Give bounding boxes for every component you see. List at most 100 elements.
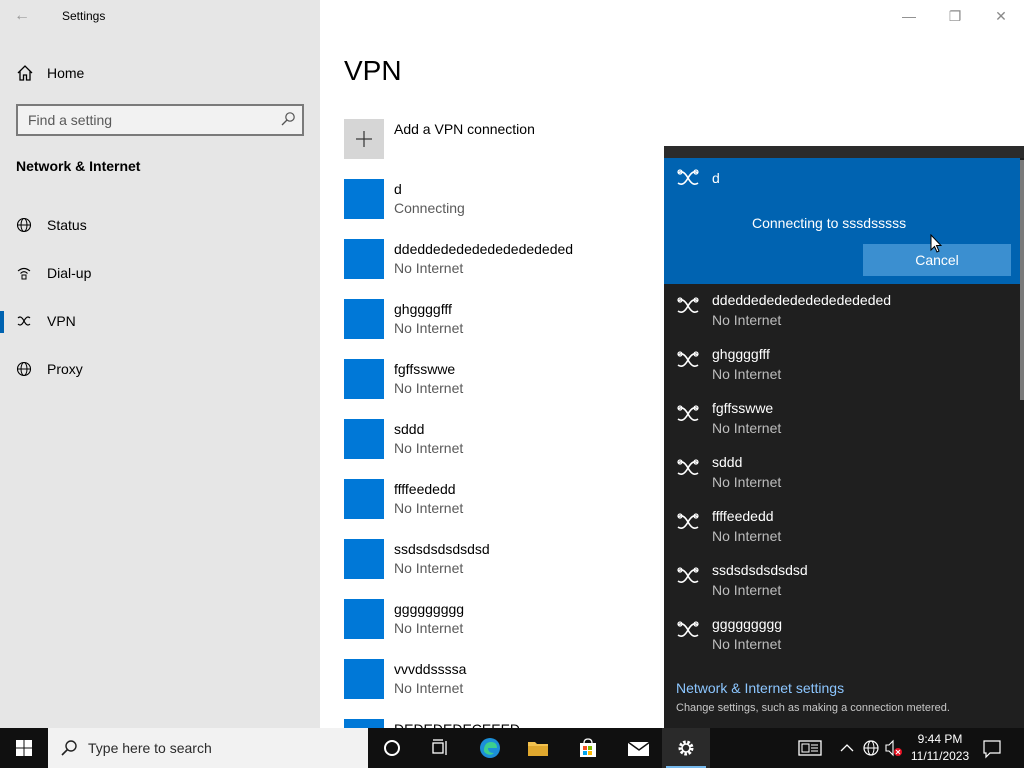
list-item[interactable]: ssdsdsdsdsdsd No Internet xyxy=(664,558,1020,612)
vpn-name: ddeddededededededededed xyxy=(712,292,892,308)
home-icon xyxy=(17,65,33,81)
store-bag-icon xyxy=(580,738,596,757)
maximize-button[interactable]: ❐ xyxy=(932,0,978,32)
sidebar-item-label: VPN xyxy=(47,313,76,329)
vpn-name: ssdsdsdsdsdsd xyxy=(394,541,490,557)
close-button[interactable]: ✕ xyxy=(978,0,1024,32)
action-center-button[interactable] xyxy=(980,728,1004,768)
list-item[interactable]: ggggggggg No Internet xyxy=(344,599,664,659)
vpn-icon xyxy=(677,405,699,421)
app-title: Settings xyxy=(62,9,106,23)
edge-button[interactable] xyxy=(466,728,514,768)
find-setting-input[interactable]: Find a setting xyxy=(16,104,304,136)
sidebar-item-status[interactable]: Status xyxy=(0,207,320,243)
mail-button[interactable] xyxy=(614,728,662,768)
back-arrow-icon[interactable]: ← xyxy=(14,6,34,26)
flyout-top-bar xyxy=(664,146,1024,158)
network-settings-link[interactable]: Network & Internet settings xyxy=(676,680,844,696)
vpn-icon xyxy=(677,459,699,475)
vpn-status: No Internet xyxy=(712,582,782,598)
vpn-name: ffffeededd xyxy=(394,481,456,497)
volume-tray-button[interactable] xyxy=(882,728,904,768)
notification-icon xyxy=(983,740,1001,759)
list-item[interactable]: fgffsswwe No Internet xyxy=(664,396,1020,450)
store-button[interactable] xyxy=(564,728,612,768)
sidebar-item-proxy[interactable]: Proxy xyxy=(0,351,320,387)
search-icon xyxy=(281,112,295,126)
sidebar-item-dialup[interactable]: Dial-up xyxy=(0,255,320,291)
active-vpn-connection[interactable]: d Connecting to sssdsssss Cancel xyxy=(664,158,1020,284)
section-title: Network & Internet xyxy=(16,158,141,174)
network-flyout: d Connecting to sssdsssss Cancel ddedded… xyxy=(664,146,1024,728)
vpn-status: No Internet xyxy=(712,420,782,436)
show-hidden-icons-button[interactable] xyxy=(836,728,858,768)
vpn-name: d xyxy=(394,181,402,197)
vpn-status: No Internet xyxy=(394,500,464,516)
add-tile xyxy=(344,119,384,159)
list-item[interactable]: ffffeededd No Internet xyxy=(344,479,664,539)
plus-icon xyxy=(356,131,372,147)
add-vpn-label: Add a VPN connection xyxy=(394,121,535,137)
vpn-icon xyxy=(677,297,699,313)
vpn-status: No Internet xyxy=(394,440,464,456)
settings-taskbar-button[interactable] xyxy=(662,728,710,768)
list-item[interactable]: ddeddededededededededed No Internet xyxy=(344,239,664,299)
clock-date: 11/11/2023 xyxy=(910,749,970,763)
sidebar-item-label: Status xyxy=(47,217,87,233)
list-item[interactable]: ghggggfff No Internet xyxy=(664,342,1020,396)
taskbar-search-box[interactable]: Type here to search xyxy=(48,728,368,768)
vpn-name: sddd xyxy=(712,454,743,470)
vpn-icon xyxy=(677,567,699,583)
sidebar-item-label: Proxy xyxy=(47,361,83,377)
list-item[interactable]: fgffsswwe No Internet xyxy=(344,359,664,419)
vpn-status: No Internet xyxy=(712,474,782,490)
list-item[interactable]: ffffeededd No Internet xyxy=(664,504,1020,558)
list-item[interactable]: ghggggfff No Internet xyxy=(344,299,664,359)
news-widget-button[interactable] xyxy=(796,728,826,768)
task-view-button[interactable] xyxy=(416,728,464,768)
flyout-vpn-list: ddeddededededededededed No Internet ghggg… xyxy=(664,288,1020,666)
list-item[interactable]: d Connecting xyxy=(344,179,664,239)
volume-muted-icon xyxy=(885,739,902,757)
vpn-name: ggggggggg xyxy=(394,601,465,617)
sidebar-item-label: Dial-up xyxy=(47,265,92,281)
search-icon xyxy=(61,740,77,756)
taskbar: Type here to search 9:44 PM 11/11/2023 xyxy=(0,728,1024,768)
vpn-status: No Internet xyxy=(394,260,464,276)
taskbar-clock[interactable]: 9:44 PM 11/11/2023 xyxy=(905,731,975,765)
vpn-status: No Internet xyxy=(712,366,782,382)
nav-home[interactable]: Home xyxy=(0,55,320,91)
add-vpn-button[interactable]: Add a VPN connection xyxy=(344,119,644,159)
list-item[interactable]: vvvddssssa No Internet xyxy=(344,659,664,719)
list-item[interactable]: ssdsdsdsdsdsd No Internet xyxy=(344,539,664,599)
start-button[interactable] xyxy=(0,728,48,768)
cortana-button[interactable] xyxy=(368,728,416,768)
vpn-icon xyxy=(677,621,699,637)
sidebar-item-vpn[interactable]: VPN xyxy=(0,303,320,339)
page-title: VPN xyxy=(344,55,402,86)
list-item[interactable]: sddd No Internet xyxy=(664,450,1020,504)
minimize-button[interactable]: — xyxy=(886,0,932,32)
vpn-name: ssdsdsdsdsdsd xyxy=(712,562,808,578)
vpn-connection-list: d Connecting ddeddededededededededed No In… xyxy=(344,179,664,768)
clock-time: 9:44 PM xyxy=(917,732,963,746)
vpn-name: fgffsswwe xyxy=(712,400,774,416)
list-item[interactable]: ggggggggg No Internet xyxy=(664,612,1020,666)
edge-browser-icon xyxy=(480,738,500,758)
nav-home-label: Home xyxy=(47,65,85,81)
network-settings-description: Change settings, such as making a connec… xyxy=(676,702,950,714)
list-item[interactable]: sddd No Internet xyxy=(344,419,664,479)
list-item[interactable]: ddeddededededededededed No Internet xyxy=(664,288,1020,342)
flyout-scrollbar[interactable] xyxy=(1020,160,1024,400)
vpn-status: No Internet xyxy=(712,312,782,328)
find-setting-placeholder: Find a setting xyxy=(28,112,113,128)
file-explorer-button[interactable] xyxy=(514,728,562,768)
vpn-name: ghggggfff xyxy=(712,346,770,362)
network-tray-button[interactable] xyxy=(860,728,882,768)
vpn-tile-icon xyxy=(344,299,384,339)
vpn-name: vvvddssssa xyxy=(394,661,467,677)
vpn-status: No Internet xyxy=(394,560,464,576)
vpn-name: ddeddededededededededed xyxy=(394,241,574,257)
gear-icon xyxy=(678,740,694,756)
active-vpn-name: d xyxy=(712,170,720,186)
